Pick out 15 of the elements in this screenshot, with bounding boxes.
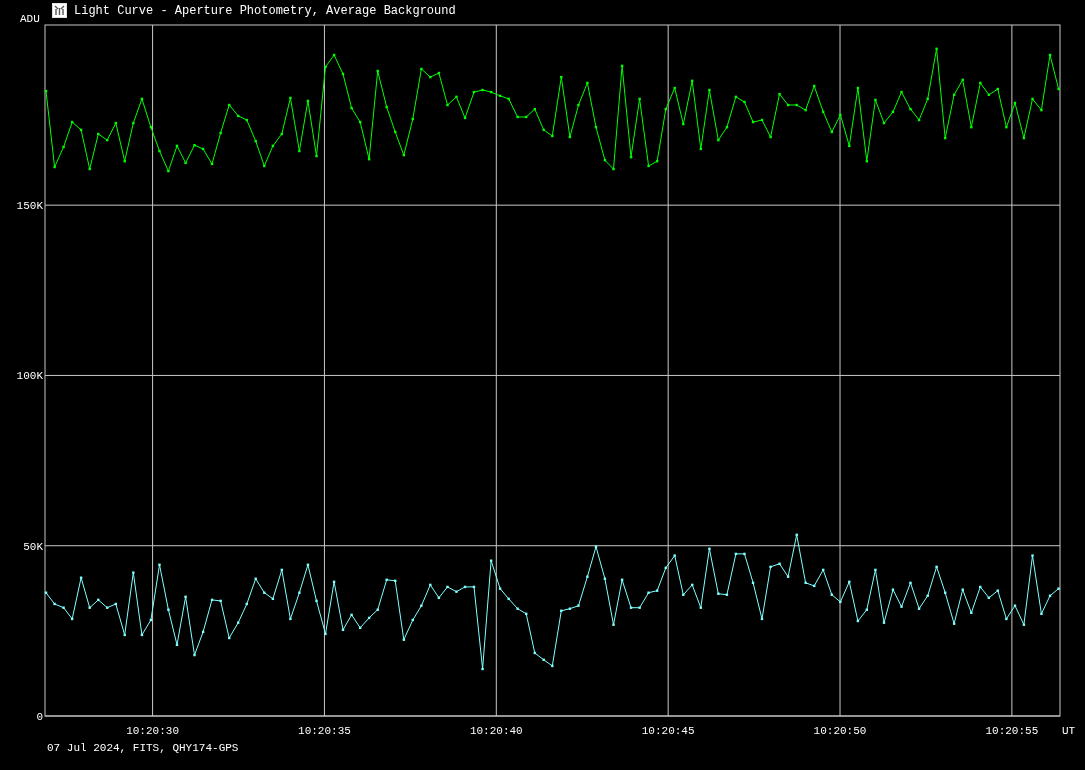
x-tick-label: 10:20:40 <box>469 725 523 737</box>
window-title: Light Curve - Aperture Photometry, Average Background <box>74 3 456 18</box>
x-tick-label: 10:20:55 <box>985 725 1039 737</box>
status-text: 07 Jul 2024, FITS, QHY174-GPS <box>47 742 239 754</box>
x-tick-label: 10:20:50 <box>813 725 867 737</box>
y-tick-label: 100K <box>16 370 43 383</box>
app-icon <box>52 3 67 18</box>
x-tick-label: 10:20:45 <box>641 725 695 737</box>
x-tick-label: 10:20:35 <box>298 725 351 737</box>
y-tick-label: 50K <box>23 540 43 553</box>
y-axis-label: ADU <box>20 13 40 25</box>
y-tick-label: 150K <box>16 200 43 213</box>
x-tick-label: 10:20:30 <box>126 725 179 737</box>
y-tick-label: 0 <box>36 711 43 723</box>
x-axis-label: UT <box>1062 725 1076 737</box>
